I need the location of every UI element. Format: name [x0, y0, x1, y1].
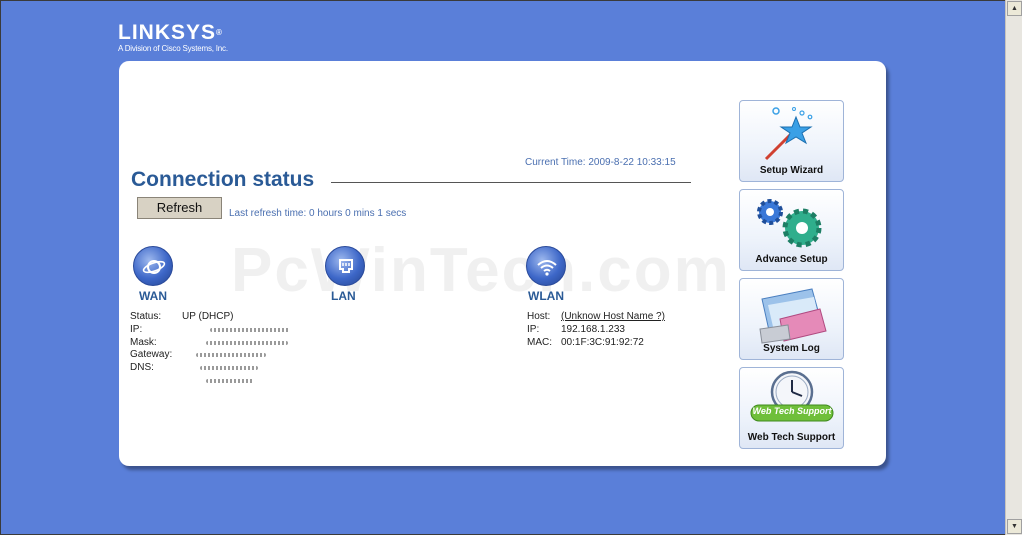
wan-globe-icon [133, 246, 173, 286]
wan-info: Status: UP (DHCP) IP: Mask: Gateway: DNS: [130, 311, 290, 383]
wlan-host-value[interactable]: (Unknow Host Name ?) [561, 311, 665, 324]
system-log-button[interactable]: System Log [739, 278, 844, 360]
wan-mask-key: Mask: [130, 336, 157, 348]
setup-wizard-label: Setup Wizard [759, 165, 824, 176]
brand-subtitle: A Division of Cisco Systems, Inc. [118, 44, 228, 53]
wan-dns-redacted [200, 366, 258, 371]
main-panel: PcWinTech.com Current Time: 2009-8-22 10… [119, 61, 886, 466]
wan-status-value: UP (DHCP) [182, 311, 234, 322]
advance-setup-label: Advance Setup [755, 254, 828, 265]
wan-ip-key: IP: [130, 323, 143, 335]
last-refresh-time: Last refresh time: 0 hours 0 mins 1 secs [229, 208, 407, 219]
system-log-label: System Log [763, 343, 820, 354]
current-time: Current Time: 2009-8-22 10:33:15 [525, 157, 676, 168]
watermark: PcWinTech.com [231, 236, 731, 305]
advance-setup-button[interactable]: Advance Setup [739, 189, 844, 271]
wlan-ip-value: 192.168.1.233 [561, 323, 625, 335]
wan-ip-redacted [210, 327, 290, 332]
wlan-mac-key: MAC: [527, 336, 552, 348]
wan-gateway-redacted [196, 353, 266, 358]
lan-label: LAN [331, 289, 356, 303]
brand-name: LINKSYS [118, 21, 217, 44]
lan-port-icon [325, 246, 365, 286]
wan-mask-redacted [206, 340, 288, 345]
vertical-scrollbar[interactable]: ▲ ▼ [1005, 0, 1022, 535]
wan-label: WAN [139, 289, 167, 303]
wlan-ip-key: IP: [527, 323, 540, 335]
wan-dns-key: DNS: [130, 362, 154, 374]
wlan-wifi-icon [526, 246, 566, 286]
wan-status-key: Status: [130, 311, 162, 322]
linksys-logo: LINKSYS® A Division of Cisco Systems, In… [118, 22, 228, 54]
wan-dns2-redacted [206, 378, 254, 383]
web-tech-support-badge: Web Tech Support [752, 406, 832, 416]
brand-reg: ® [216, 28, 223, 37]
refresh-button[interactable]: Refresh [137, 197, 222, 219]
wlan-info: Host: (Unknow Host Name ?) IP: 192.168.1.2… [527, 311, 665, 349]
wlan-label: WLAN [528, 289, 564, 303]
wlan-mac-value: 00:1F:3C:91:92:72 [561, 336, 644, 348]
scroll-up-button[interactable]: ▲ [1007, 1, 1022, 16]
scroll-down-button[interactable]: ▼ [1007, 519, 1022, 534]
web-tech-support-button[interactable]: Web Tech Support Web Tech Support [739, 367, 844, 449]
wlan-host-key: Host: [527, 311, 551, 322]
page-title: Connection status [131, 168, 315, 191]
wan-gateway-key: Gateway: [130, 349, 173, 361]
setup-wizard-button[interactable]: Setup Wizard [739, 100, 844, 182]
web-tech-support-label: Web Tech Support [747, 432, 836, 443]
title-divider [331, 182, 691, 183]
